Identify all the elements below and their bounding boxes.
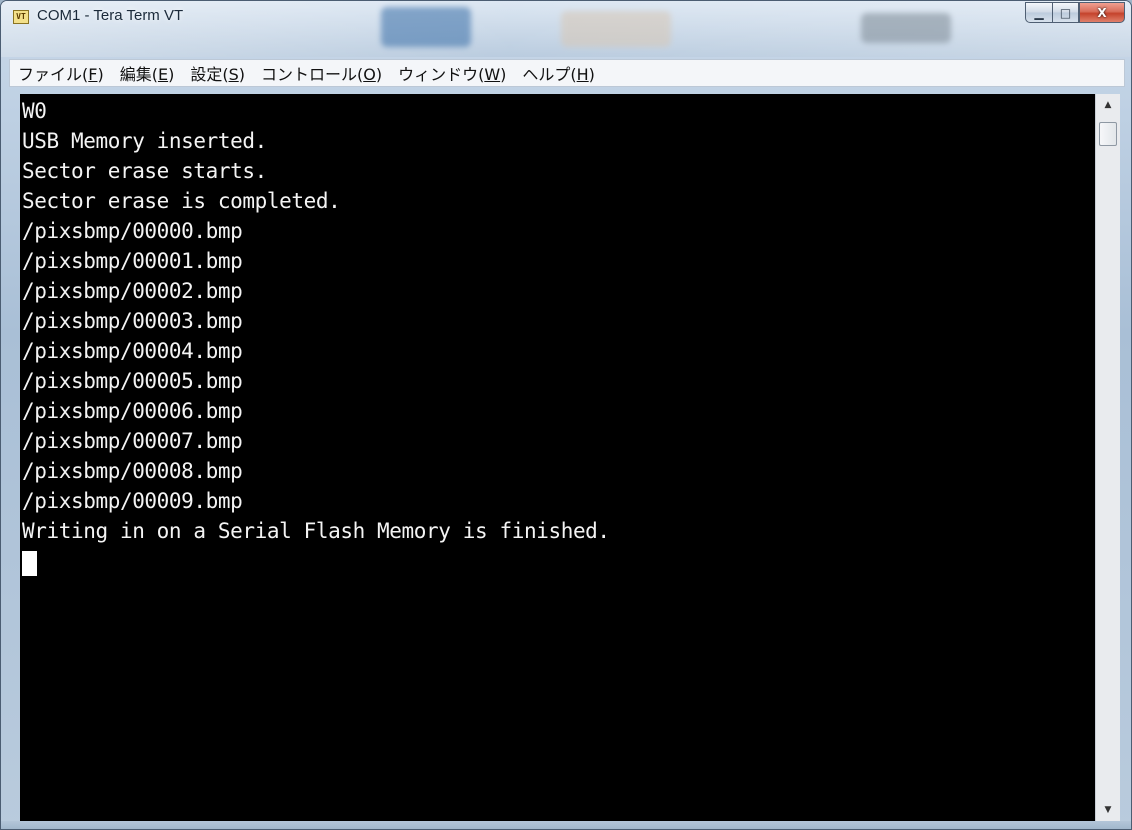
menu-file-label: ファイル(: [18, 65, 89, 84]
terminal-line: USB Memory inserted.: [22, 129, 267, 153]
scroll-up-arrow-icon[interactable]: ▲: [1096, 94, 1120, 116]
menu-edit[interactable]: 編集(E): [120, 61, 175, 85]
menu-window-label: ウィンドウ(: [398, 65, 485, 84]
menu-file[interactable]: ファイル(F): [18, 61, 104, 85]
menu-bar: ファイル(F) 編集(E) 設定(S) コントロール(O) ウィンドウ(W) ヘ…: [9, 59, 1125, 87]
terminal-line: /pixsbmp/00003.bmp: [22, 309, 243, 333]
terminal-cursor-line: [22, 546, 1095, 576]
menu-setup[interactable]: 設定(S): [190, 61, 245, 85]
minimize-button[interactable]: ▁: [1025, 2, 1052, 23]
menu-control[interactable]: コントロール(O): [261, 61, 382, 85]
menu-control-label: コントロール(: [260, 65, 364, 84]
menu-setup-tail: ): [238, 65, 245, 84]
menu-window-accel: W: [484, 65, 501, 84]
aero-background-decor: [861, 13, 951, 43]
tera-term-window: VT COM1 - Tera Term VT ▁ □ X ファイル(F) 編集(…: [0, 0, 1132, 830]
terminal-line: Sector erase is completed.: [22, 189, 341, 213]
title-bar[interactable]: VT COM1 - Tera Term VT ▁ □ X: [1, 1, 1131, 57]
terminal-screen[interactable]: W0 USB Memory inserted. Sector erase sta…: [20, 94, 1095, 821]
text-cursor: [22, 550, 37, 576]
menu-setup-label: 設定(: [190, 65, 229, 84]
terminal-line: W0: [22, 99, 47, 123]
terminal-line: /pixsbmp/00004.bmp: [22, 339, 243, 363]
caption-buttons: ▁ □ X: [1025, 2, 1125, 24]
menu-help-accel: H: [576, 65, 589, 84]
maximize-button[interactable]: □: [1052, 2, 1079, 23]
menu-edit-tail: ): [168, 65, 175, 84]
menu-window[interactable]: ウィンドウ(W): [398, 61, 506, 85]
aero-background-decor: [561, 11, 671, 47]
terminal-line: /pixsbmp/00009.bmp: [22, 489, 243, 513]
terminal-line: /pixsbmp/00002.bmp: [22, 279, 243, 303]
menu-setup-accel: S: [228, 65, 239, 84]
terminal-line: /pixsbmp/00006.bmp: [22, 399, 243, 423]
vertical-scrollbar[interactable]: ▲ ▼: [1095, 94, 1120, 821]
window-title: COM1 - Tera Term VT: [37, 7, 184, 24]
menu-help-label: ヘルプ(: [522, 65, 577, 84]
menu-window-tail: ): [500, 65, 507, 84]
tera-term-icon[interactable]: VT: [13, 10, 29, 24]
terminal-line: /pixsbmp/00005.bmp: [22, 369, 243, 393]
menu-help[interactable]: ヘルプ(H): [522, 61, 595, 85]
minimize-icon: ▁: [1034, 5, 1044, 20]
menu-control-accel: O: [363, 65, 376, 84]
close-icon: X: [1097, 5, 1107, 20]
aero-background-decor: [381, 7, 471, 47]
terminal-line: /pixsbmp/00000.bmp: [22, 219, 243, 243]
scroll-thumb[interactable]: [1099, 122, 1117, 146]
close-button[interactable]: X: [1079, 2, 1125, 23]
window-bottom-border: [1, 821, 1131, 829]
terminal-line: /pixsbmp/00001.bmp: [22, 249, 243, 273]
terminal-line: Writing in on a Serial Flash Memory is f…: [22, 519, 610, 543]
menu-control-tail: ): [375, 65, 383, 84]
menu-help-tail: ): [588, 65, 595, 84]
menu-edit-label: 編集(: [119, 65, 158, 84]
terminal-line: /pixsbmp/00008.bmp: [22, 459, 243, 483]
terminal-line: Sector erase starts.: [22, 159, 267, 183]
terminal-line: /pixsbmp/00007.bmp: [22, 429, 243, 453]
menu-file-tail: ): [97, 65, 104, 84]
scroll-down-arrow-icon[interactable]: ▼: [1096, 799, 1120, 821]
maximize-icon: □: [1059, 5, 1072, 20]
menu-edit-accel: E: [157, 65, 169, 84]
